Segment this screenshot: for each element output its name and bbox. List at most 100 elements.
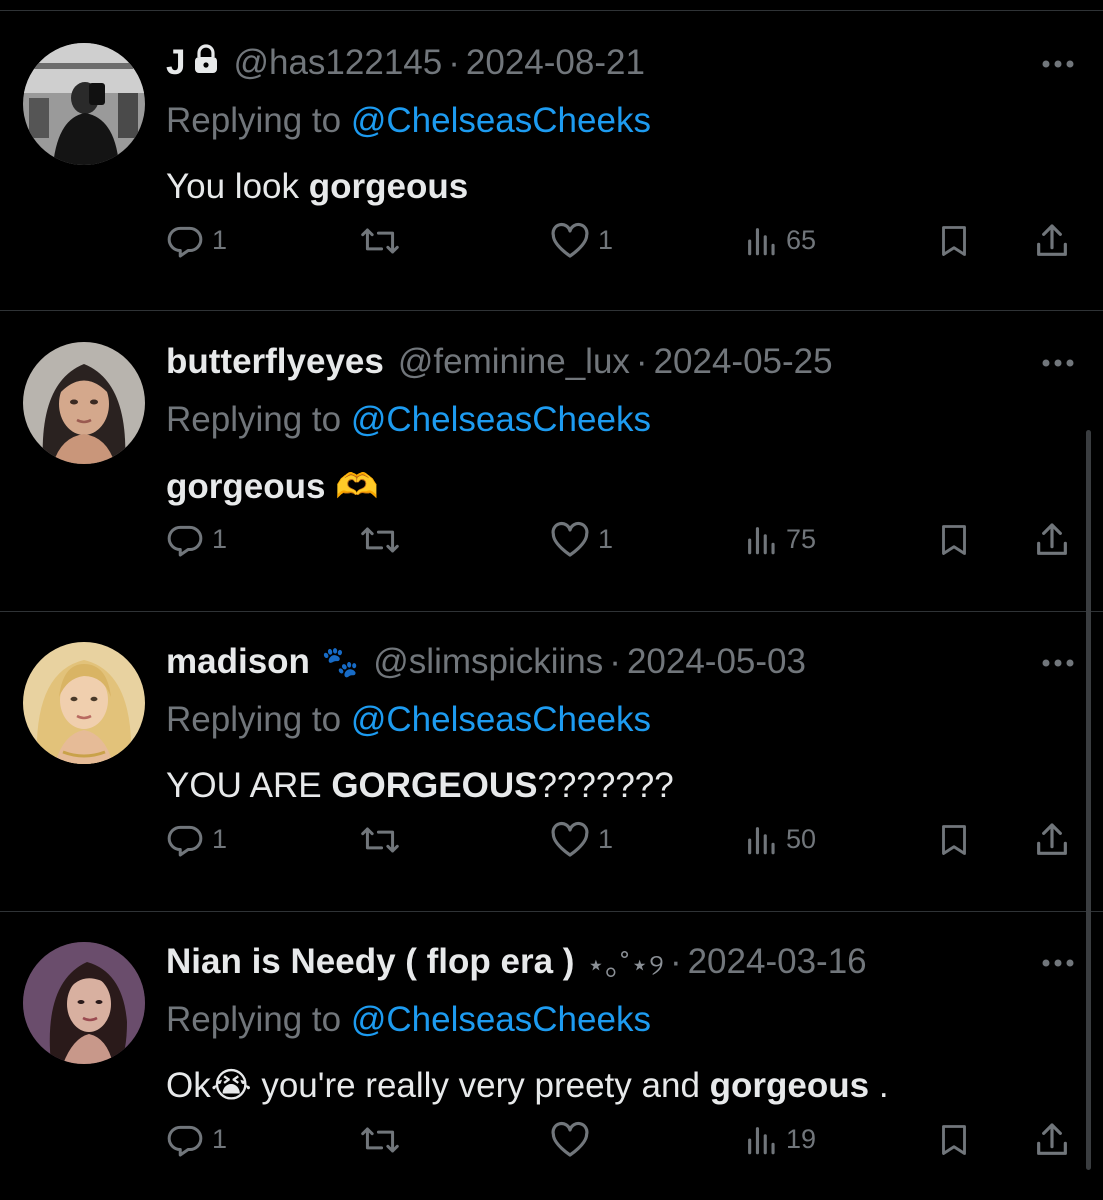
reply-count: 1	[212, 524, 228, 554]
views-button[interactable]: 50	[744, 817, 816, 862]
separator-dot: ·	[669, 942, 682, 981]
mention-link[interactable]: @ChelseasCheeks	[351, 101, 651, 140]
timestamp[interactable]: 2024-05-03	[627, 642, 806, 682]
view-count: 50	[786, 824, 817, 854]
divider	[0, 310, 1103, 311]
timestamp[interactable]: 2024-08-21	[466, 43, 645, 83]
action-bar: 1 1 65	[0, 218, 1103, 263]
repost-button[interactable]	[358, 1117, 402, 1162]
like-button[interactable]: 1	[550, 817, 613, 862]
divider	[0, 911, 1103, 912]
view-count: 19	[786, 1124, 817, 1154]
reply-button[interactable]: 1	[166, 817, 227, 862]
bookmark-icon	[936, 821, 972, 859]
heart-icon	[550, 1121, 590, 1159]
share-button[interactable]	[1032, 1117, 1072, 1162]
reply-header: butterflyeyes @feminine_lux · 2024-05-25	[166, 342, 833, 382]
display-name[interactable]: Nian is Needy ( flop era )	[166, 942, 574, 982]
bookmark-button[interactable]	[936, 1117, 972, 1162]
view-count: 65	[786, 225, 817, 255]
replying-to: Replying to @ChelseasCheeks	[166, 700, 651, 740]
reply-button[interactable]: 1	[166, 517, 227, 562]
divider	[0, 611, 1103, 612]
mention-link[interactable]: @ChelseasCheeks	[351, 1000, 651, 1039]
more-options-icon[interactable]	[1040, 57, 1076, 69]
reply-count: 1	[212, 1124, 228, 1154]
views-button[interactable]: 75	[744, 517, 816, 562]
replying-to-label: Replying to	[166, 101, 351, 140]
share-icon	[1032, 520, 1072, 560]
avatar-blonde-woman-icon	[23, 642, 145, 764]
separator-dot: ·	[635, 342, 648, 381]
repost-button[interactable]	[358, 817, 402, 862]
mention-link[interactable]: @ChelseasCheeks	[351, 700, 651, 739]
repost-icon	[358, 521, 402, 559]
bookmark-icon	[936, 222, 972, 260]
username[interactable]: @slimspickiins	[373, 642, 603, 682]
more-options-icon[interactable]	[1040, 356, 1076, 368]
reply-text-after: ???????	[537, 766, 674, 805]
reply-text-bold: GORGEOUS	[331, 766, 538, 805]
timestamp[interactable]: 2024-03-16	[688, 942, 867, 982]
like-count: 1	[598, 225, 614, 255]
display-name[interactable]: butterflyeyes	[166, 342, 384, 382]
reply-button[interactable]: 1	[166, 1117, 227, 1162]
reply-item[interactable]: madison 🐾 @slimspickiins · 2024-05-03 Re…	[0, 642, 1103, 912]
separator-dot: ·	[448, 43, 460, 82]
repost-icon	[358, 821, 402, 859]
mention-link[interactable]: @ChelseasCheeks	[351, 400, 651, 439]
reply-text-plain: You look	[166, 167, 309, 206]
reply-text: YOU ARE GORGEOUS???????	[166, 766, 674, 806]
reply-header: madison 🐾 @slimspickiins · 2024-05-03	[166, 642, 806, 682]
reply-button[interactable]: 1	[166, 218, 227, 263]
reply-item[interactable]: butterflyeyes @feminine_lux · 2024-05-25…	[0, 342, 1103, 612]
reply-icon	[166, 222, 204, 260]
username[interactable]: @feminine_lux	[398, 342, 630, 382]
avatar[interactable]	[23, 342, 145, 464]
action-bar: 1 19	[0, 1117, 1103, 1162]
bookmark-icon	[936, 521, 972, 559]
avatar-woman-dark-hair-icon	[23, 942, 145, 1064]
views-chart-icon	[744, 823, 778, 857]
timestamp[interactable]: 2024-05-25	[654, 342, 833, 382]
reply-count: 1	[212, 225, 228, 255]
more-options-icon[interactable]	[1040, 956, 1076, 968]
views-chart-icon	[744, 224, 778, 258]
more-options-icon[interactable]	[1040, 656, 1076, 668]
reply-count: 1	[212, 824, 228, 854]
like-button[interactable]: 1	[550, 218, 613, 263]
share-icon	[1032, 221, 1072, 261]
share-button[interactable]	[1032, 517, 1072, 562]
repost-icon	[358, 222, 402, 260]
repost-button[interactable]	[358, 218, 402, 263]
reply-item[interactable]: J @has122145 · 2024-08-21 Replying to @C…	[0, 43, 1103, 311]
reply-header: J @has122145 · 2024-08-21	[166, 43, 645, 83]
views-button[interactable]: 19	[744, 1117, 816, 1162]
avatar[interactable]	[23, 642, 145, 764]
reply-text-after: .	[869, 1066, 889, 1105]
repost-button[interactable]	[358, 517, 402, 562]
reply-text-bold: gorgeous	[709, 1066, 870, 1105]
share-button[interactable]	[1032, 218, 1072, 263]
lock-icon	[193, 43, 219, 83]
avatar-gym-mirror-selfie-icon	[23, 43, 145, 165]
heart-icon	[550, 222, 590, 260]
bookmark-button[interactable]	[936, 517, 972, 562]
display-name[interactable]: J	[166, 43, 185, 83]
display-name[interactable]: madison	[166, 642, 310, 682]
reply-text-bold: gorgeous	[166, 467, 326, 506]
bookmark-button[interactable]	[936, 817, 972, 862]
bookmark-button[interactable]	[936, 218, 972, 263]
avatar[interactable]	[23, 43, 145, 165]
like-button[interactable]: 1	[550, 517, 613, 562]
views-button[interactable]: 65	[744, 218, 816, 263]
scrollbar[interactable]	[1086, 430, 1091, 1170]
view-count: 75	[786, 524, 817, 554]
avatar[interactable]	[23, 942, 145, 1064]
separator-dot: ·	[609, 642, 621, 681]
reply-item[interactable]: Nian is Needy ( flop era ) ⋆｡˚⋆୨ · 2024-…	[0, 942, 1103, 1200]
action-bar: 1 1 75	[0, 517, 1103, 562]
like-button[interactable]	[550, 1117, 598, 1162]
username[interactable]: @has122145	[233, 43, 442, 83]
share-button[interactable]	[1032, 817, 1072, 862]
